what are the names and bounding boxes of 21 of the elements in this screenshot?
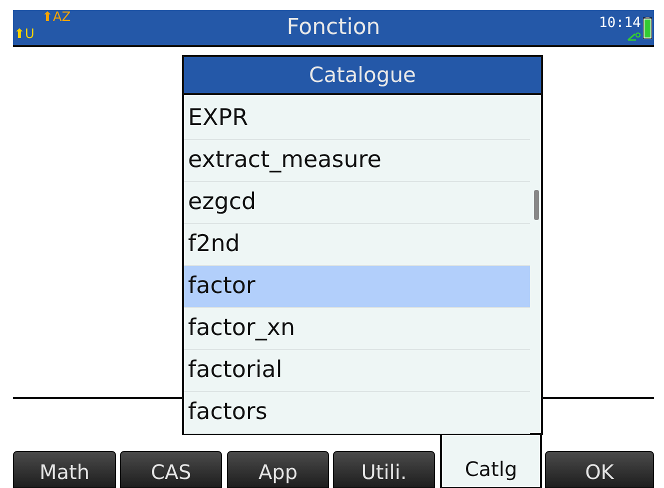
catalogue-item[interactable]: factorial: [184, 350, 530, 392]
catalogue-item[interactable]: ezgcd: [184, 182, 530, 224]
catalogue-item[interactable]: factor_xn: [184, 308, 530, 350]
battery-icon: [643, 16, 652, 38]
shift-indicator: ⬆U: [14, 27, 34, 42]
menu-tab[interactable]: App: [227, 451, 329, 488]
catalogue-item[interactable]: extract_measure: [184, 140, 530, 182]
menu-tab[interactable]: Catlg: [440, 432, 542, 488]
alpha-indicator: ⬆AZ: [42, 10, 71, 25]
angle-mode-icon: [627, 32, 641, 40]
catalogue-item[interactable]: factor: [184, 266, 530, 308]
popup-title: Catalogue: [184, 57, 541, 95]
menu-tab[interactable]: Math: [13, 451, 116, 488]
catalogue-item[interactable]: factors: [184, 392, 530, 434]
app-title: Fonction: [286, 14, 380, 42]
menu-tab[interactable]: CAS: [120, 451, 222, 488]
menu-tab[interactable]: Utili.: [333, 451, 435, 488]
menu-tab[interactable]: OK: [545, 451, 654, 488]
catalogue-item[interactable]: EXPR: [184, 98, 530, 140]
scrollbar-thumb[interactable]: [534, 190, 539, 220]
clock-time: 10:14: [598, 14, 641, 32]
